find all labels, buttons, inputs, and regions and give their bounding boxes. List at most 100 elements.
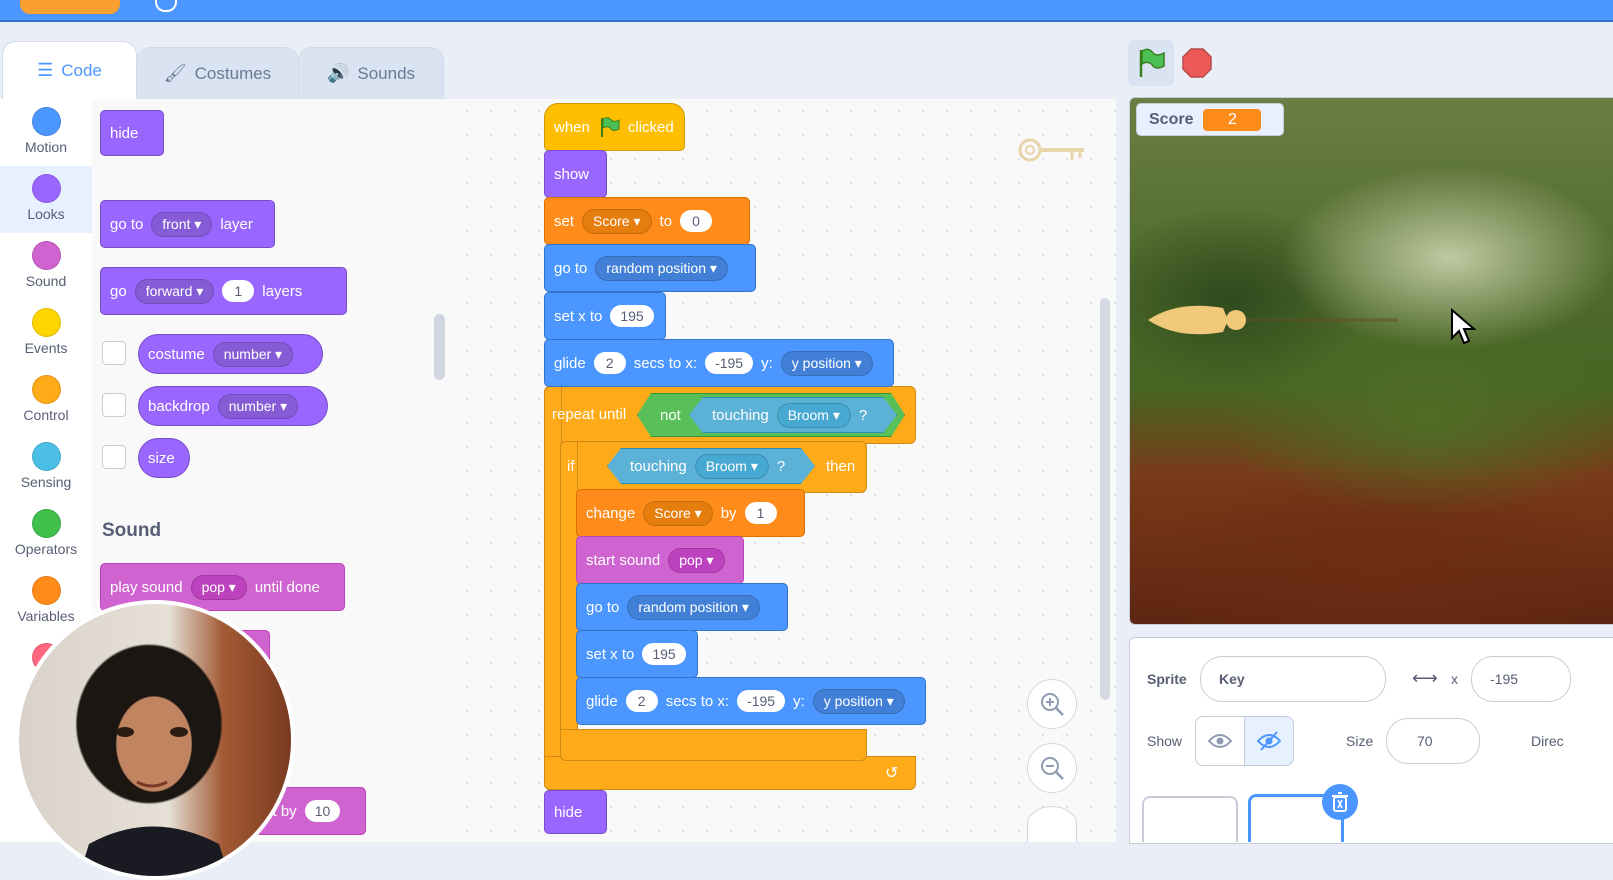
change-value-input[interactable]: 1 (744, 502, 777, 524)
category-events[interactable]: Events (0, 300, 92, 367)
x-input[interactable]: -195 (737, 690, 786, 712)
tab-sounds-label: Sounds (357, 63, 416, 83)
go-to-front-layer-block[interactable]: go to front ▾ layer (100, 200, 275, 248)
position-dropdown[interactable]: random position ▾ (627, 594, 760, 620)
tab-code-label: Code (61, 60, 102, 80)
tab-sounds[interactable]: 🔊 Sounds (298, 47, 444, 99)
go-forward-layers-block[interactable]: go forward ▾ 1 layers (100, 267, 347, 315)
size-checkbox[interactable] (102, 445, 126, 469)
costume-dropdown[interactable]: number ▾ (212, 341, 294, 367)
backdrop-dropdown[interactable]: number ▾ (217, 393, 299, 419)
sound-dropdown[interactable]: pop ▾ (190, 574, 247, 600)
category-label: Sound (25, 273, 67, 289)
delete-sprite-button[interactable] (1322, 784, 1358, 820)
sprite-key-icon (1016, 130, 1088, 170)
block-text: secs to x: (633, 354, 698, 372)
block-text: glide (586, 692, 618, 710)
category-label: Sensing (20, 474, 72, 490)
glide-block-2[interactable]: glide 2 secs to x: -195 y: y position ▾ (576, 677, 926, 725)
start-sound-pop-block[interactable]: start sound pop ▾ (576, 536, 744, 584)
hide-block[interactable]: hide (100, 110, 164, 156)
globe-icon[interactable] (155, 0, 177, 12)
block-text: y: (793, 692, 805, 710)
go-to-random-position-block-2[interactable]: go to random position ▾ (576, 583, 788, 631)
broom-sprite[interactable] (1148, 298, 1398, 342)
looks-dot-icon (31, 174, 61, 203)
set-x-block-2[interactable]: set x to 195 (576, 630, 698, 678)
events-dot-icon (31, 308, 61, 337)
set-score-block[interactable]: set Score ▾ to 0 (544, 197, 750, 245)
block-text: size (148, 449, 175, 467)
hide-sprite-button[interactable] (1244, 716, 1294, 766)
x-value-input[interactable]: 195 (642, 643, 686, 665)
size-input[interactable]: 70 (1386, 718, 1480, 764)
stop-button[interactable] (1182, 48, 1212, 78)
sprite-dropdown[interactable]: Broom ▾ (777, 403, 851, 428)
costume-reporter[interactable]: costume number ▾ (138, 334, 323, 374)
position-dropdown[interactable]: random position ▾ (595, 255, 728, 281)
tab-costumes-label: Costumes (194, 63, 272, 83)
zoom-in-button[interactable] (1027, 679, 1077, 729)
zoom-out-icon (1041, 757, 1064, 780)
x-label: x (1451, 671, 1458, 687)
tab-costumes[interactable]: 🖌 Costumes (136, 47, 299, 99)
size-reporter[interactable]: size (138, 438, 190, 478)
zoom-reset-button[interactable] (1027, 806, 1077, 842)
y-position-reporter[interactable]: y position ▾ (812, 688, 905, 714)
workspace-scrollbar[interactable] (1100, 298, 1110, 700)
sprite-tile[interactable] (1142, 796, 1238, 842)
effect-value-input[interactable]: 10 (304, 800, 341, 822)
backdrop-checkbox[interactable] (102, 393, 126, 417)
block-text: hide (554, 803, 583, 821)
layer-dropdown[interactable]: front ▾ (151, 211, 213, 237)
variable-dropdown[interactable]: Score ▾ (643, 500, 713, 526)
value-input[interactable]: 0 (680, 210, 713, 232)
stage-canvas[interactable] (1129, 97, 1613, 625)
scratch-logo[interactable] (20, 0, 120, 14)
block-text: set x to (586, 645, 635, 663)
layers-input[interactable]: 1 (222, 280, 255, 302)
zoom-out-button[interactable] (1027, 743, 1077, 793)
when-flag-clicked-block[interactable]: when clicked (544, 103, 685, 151)
y-position-reporter[interactable]: y position ▾ (780, 350, 873, 376)
then-label: then (826, 458, 856, 475)
touching-broom-condition[interactable]: touching Broom ▾ ? (607, 448, 815, 484)
variable-dropdown[interactable]: Score ▾ (582, 208, 652, 234)
hide-block-script[interactable]: hide (544, 790, 607, 834)
go-to-random-position-block[interactable]: go to random position ▾ (544, 244, 756, 292)
backdrop-reporter[interactable]: backdrop number ▾ (138, 386, 328, 426)
sound-section-heading: Sound (102, 520, 162, 541)
direction-dropdown[interactable]: forward ▾ (134, 278, 215, 304)
show-sprite-button[interactable] (1195, 716, 1245, 766)
category-sensing[interactable]: Sensing (0, 434, 92, 501)
green-flag-icon (1139, 48, 1165, 77)
x-position-input[interactable]: -195 (1471, 656, 1571, 702)
secs-input[interactable]: 2 (625, 690, 658, 712)
size-label: Size (1346, 733, 1374, 749)
palette-scrollbar[interactable] (434, 314, 445, 380)
category-looks[interactable]: Looks (0, 166, 92, 233)
touching-broom-block[interactable]: touching Broom ▾ ? (689, 397, 897, 433)
category-label: Events (24, 340, 68, 356)
x-input[interactable]: -195 (705, 352, 754, 374)
sprite-name-input[interactable]: Key (1200, 656, 1386, 702)
costume-checkbox[interactable] (102, 341, 126, 365)
sprite-dropdown[interactable]: Broom ▾ (695, 454, 769, 479)
glide-block[interactable]: glide 2 secs to x: -195 y: y position ▾ (544, 339, 894, 387)
category-label: Motion (24, 139, 68, 155)
show-block[interactable]: show (544, 150, 607, 198)
secs-input[interactable]: 2 (593, 352, 626, 374)
block-text: glide (554, 354, 586, 372)
category-operators[interactable]: Operators (0, 501, 92, 568)
category-sound[interactable]: Sound (0, 233, 92, 300)
category-control[interactable]: Control (0, 367, 92, 434)
set-x-block[interactable]: set x to 195 (544, 292, 666, 340)
change-score-block[interactable]: change Score ▾ by 1 (576, 489, 805, 537)
x-value-input[interactable]: 195 (610, 305, 654, 327)
category-motion[interactable]: Motion (0, 99, 92, 166)
score-monitor[interactable]: Score 2 (1136, 103, 1284, 136)
webcam-overlay (15, 600, 295, 880)
sound-dropdown[interactable]: pop ▾ (668, 547, 725, 573)
green-flag-button[interactable] (1128, 40, 1174, 86)
tab-code[interactable]: ☰ Code (2, 41, 137, 99)
